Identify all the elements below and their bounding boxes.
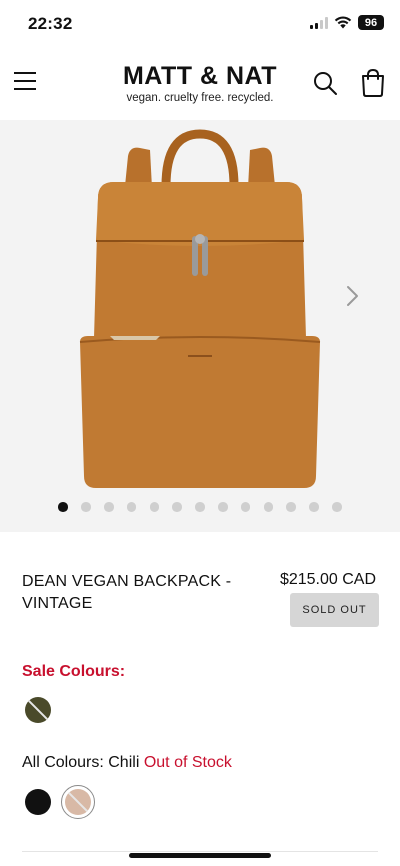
colour-swatch-chili[interactable] xyxy=(65,789,91,815)
all-colours-prefix: All Colours: xyxy=(22,754,109,771)
carousel-dot[interactable] xyxy=(126,502,137,512)
brand-logo[interactable]: MATT & NAT vegan. cruelty free. recycled… xyxy=(0,62,400,104)
carousel-dot[interactable] xyxy=(81,502,91,512)
chevron-right-icon[interactable] xyxy=(342,283,362,309)
product-image xyxy=(79,129,321,488)
brand-name: MATT & NAT xyxy=(122,62,278,90)
carousel-dot[interactable] xyxy=(263,502,274,512)
colour-swatch-olive[interactable] xyxy=(25,697,51,723)
carousel-dot[interactable] xyxy=(286,502,296,512)
status-bar: 22:32 96 xyxy=(0,0,400,48)
stock-status: Out of Stock xyxy=(143,754,232,771)
selected-colour: Chili xyxy=(108,754,140,771)
site-header: MATT & NAT vegan. cruelty free. recycled… xyxy=(0,52,400,116)
carousel-dot[interactable] xyxy=(240,502,251,512)
all-colours-label: All Colours: Chili Out of Stock xyxy=(22,754,232,772)
sold-out-button[interactable]: SOLD OUT xyxy=(290,593,379,627)
home-indicator xyxy=(129,853,271,858)
status-icons: 96 xyxy=(310,15,384,30)
carousel-dot[interactable] xyxy=(149,502,160,512)
product-title: DEAN VEGAN BACKPACK - VINTAGE xyxy=(22,573,232,612)
shopping-bag-icon[interactable] xyxy=(358,68,388,98)
divider xyxy=(22,851,378,852)
carousel-dot[interactable] xyxy=(172,502,182,512)
search-icon[interactable] xyxy=(312,70,338,96)
product-price: $215.00 CAD xyxy=(279,571,376,588)
battery-icon: 96 xyxy=(358,15,384,30)
product-gallery[interactable] xyxy=(0,120,400,532)
colour-swatch-black[interactable] xyxy=(25,789,51,815)
sale-colours-label: Sale Colours: xyxy=(22,663,126,680)
status-time: 22:32 xyxy=(28,14,73,33)
carousel-dot[interactable] xyxy=(218,502,228,512)
carousel-dots xyxy=(0,502,400,512)
carousel-dot[interactable] xyxy=(58,502,68,512)
carousel-dot[interactable] xyxy=(309,502,319,512)
carousel-dot[interactable] xyxy=(195,502,205,512)
carousel-dot[interactable] xyxy=(332,502,342,512)
brand-tagline: vegan. cruelty free. recycled. xyxy=(126,92,274,104)
signal-icon xyxy=(310,16,328,29)
wifi-icon xyxy=(334,16,352,29)
carousel-dot[interactable] xyxy=(104,502,114,512)
